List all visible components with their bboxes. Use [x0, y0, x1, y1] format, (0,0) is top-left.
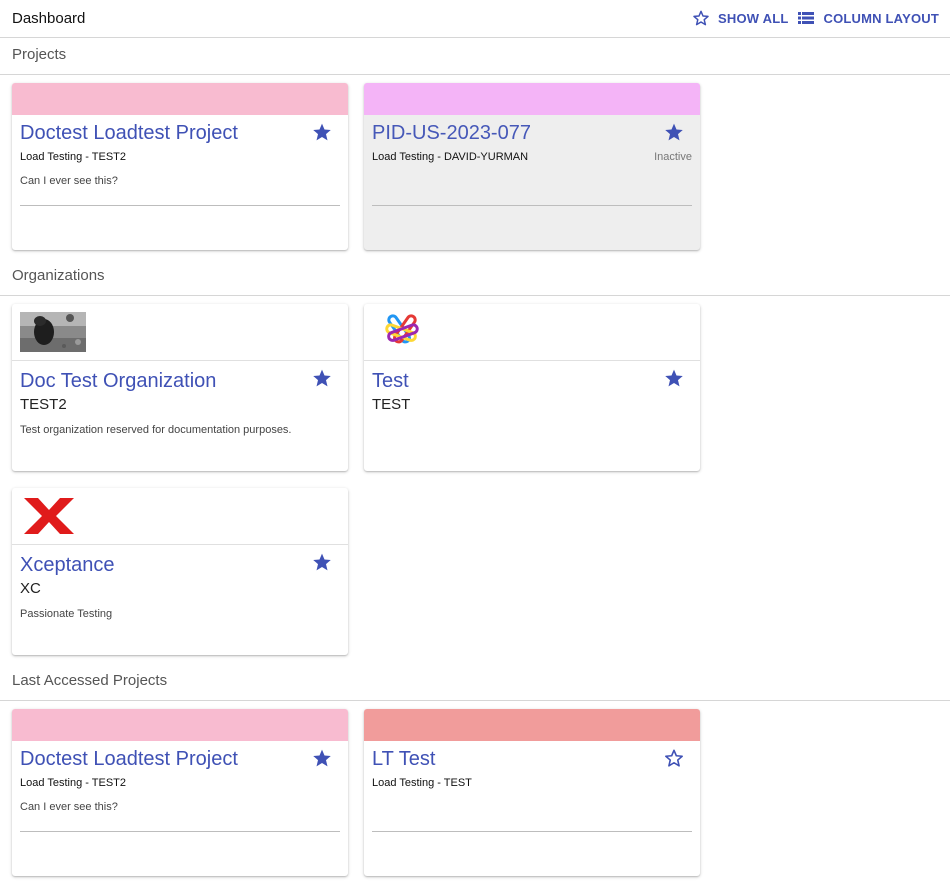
star-filled-icon[interactable]: [664, 122, 684, 142]
xceptance-x-logo: [24, 498, 74, 534]
show-all-label: SHOW ALL: [718, 10, 789, 26]
org-photo-logo: [20, 312, 86, 352]
project-color-bar: [364, 83, 700, 115]
list-icon: [798, 12, 815, 24]
card-divider: [20, 831, 340, 832]
project-card[interactable]: Doctest Loadtest Project Load Testing - …: [12, 83, 348, 250]
project-title[interactable]: LT Test: [372, 748, 435, 771]
show-all-button[interactable]: SHOW ALL: [693, 10, 788, 26]
star-filled-icon[interactable]: [664, 368, 684, 388]
organization-card[interactable]: Doc Test Organization TEST2 Test organiz…: [12, 304, 348, 471]
card-divider: [372, 831, 692, 832]
project-color-bar: [12, 709, 348, 741]
project-color-bar: [12, 83, 348, 115]
organization-card[interactable]: Test TEST: [364, 304, 700, 471]
recent-project-card[interactable]: Doctest Loadtest Project Load Testing - …: [12, 709, 348, 876]
card-divider: [372, 205, 692, 206]
organizations-heading: Organizations: [12, 267, 105, 284]
project-description: Can I ever see this?: [20, 801, 118, 813]
star-filled-icon[interactable]: [312, 122, 332, 142]
organizations-section-header: Organizations: [0, 258, 950, 296]
star-filled-icon[interactable]: [312, 748, 332, 768]
organization-code: TEST2: [20, 396, 67, 413]
star-outline-icon: [693, 10, 709, 26]
org-logo-area: [12, 304, 348, 361]
org-logo-area: [12, 488, 348, 545]
project-color-bar: [364, 709, 700, 741]
organization-card[interactable]: Xceptance XC Passionate Testing: [12, 488, 348, 655]
project-subtitle: Load Testing - DAVID-YURMAN: [372, 151, 529, 163]
last-accessed-section-header: Last Accessed Projects: [0, 663, 950, 701]
project-card-inactive[interactable]: PID-US-2023-077 Load Testing - DAVID-YUR…: [364, 83, 700, 250]
last-accessed-heading: Last Accessed Projects: [12, 672, 168, 689]
header-actions: SHOW ALL COLUMN LAYOUT: [693, 10, 939, 26]
star-outline-icon[interactable]: [664, 748, 684, 768]
app-header: Dashboard SHOW ALL COLUMN LAYOUT: [0, 0, 950, 38]
column-layout-label: COLUMN LAYOUT: [823, 10, 939, 26]
project-status: Inactive: [654, 151, 692, 163]
star-filled-icon[interactable]: [312, 552, 332, 572]
page-title: Dashboard: [12, 10, 86, 27]
organization-title[interactable]: Test: [372, 370, 409, 393]
project-title[interactable]: Doctest Loadtest Project: [20, 748, 238, 771]
project-subtitle: Load Testing - TEST2: [20, 151, 126, 163]
project-subtitle: Load Testing - TEST: [372, 777, 472, 789]
organization-code: TEST: [372, 396, 411, 413]
column-layout-button[interactable]: COLUMN LAYOUT: [798, 11, 939, 26]
projects-section-header: Projects: [0, 37, 950, 75]
organization-description: Test organization reserved for documenta…: [20, 424, 292, 436]
project-description: Can I ever see this?: [20, 175, 118, 187]
organization-code: XC: [20, 580, 41, 597]
project-title[interactable]: PID-US-2023-077: [372, 122, 531, 145]
project-subtitle: Load Testing - TEST2: [20, 777, 126, 789]
organization-title[interactable]: Doc Test Organization: [20, 370, 216, 393]
organization-description: Passionate Testing: [20, 608, 113, 620]
recent-project-card[interactable]: LT Test Load Testing - TEST: [364, 709, 700, 876]
project-title[interactable]: Doctest Loadtest Project: [20, 122, 238, 145]
org-logo-area: [364, 304, 700, 361]
test-tubes-logo: [385, 314, 419, 344]
organization-title[interactable]: Xceptance: [20, 554, 115, 577]
projects-heading: Projects: [12, 46, 67, 63]
card-divider: [20, 205, 340, 206]
star-filled-icon[interactable]: [312, 368, 332, 388]
